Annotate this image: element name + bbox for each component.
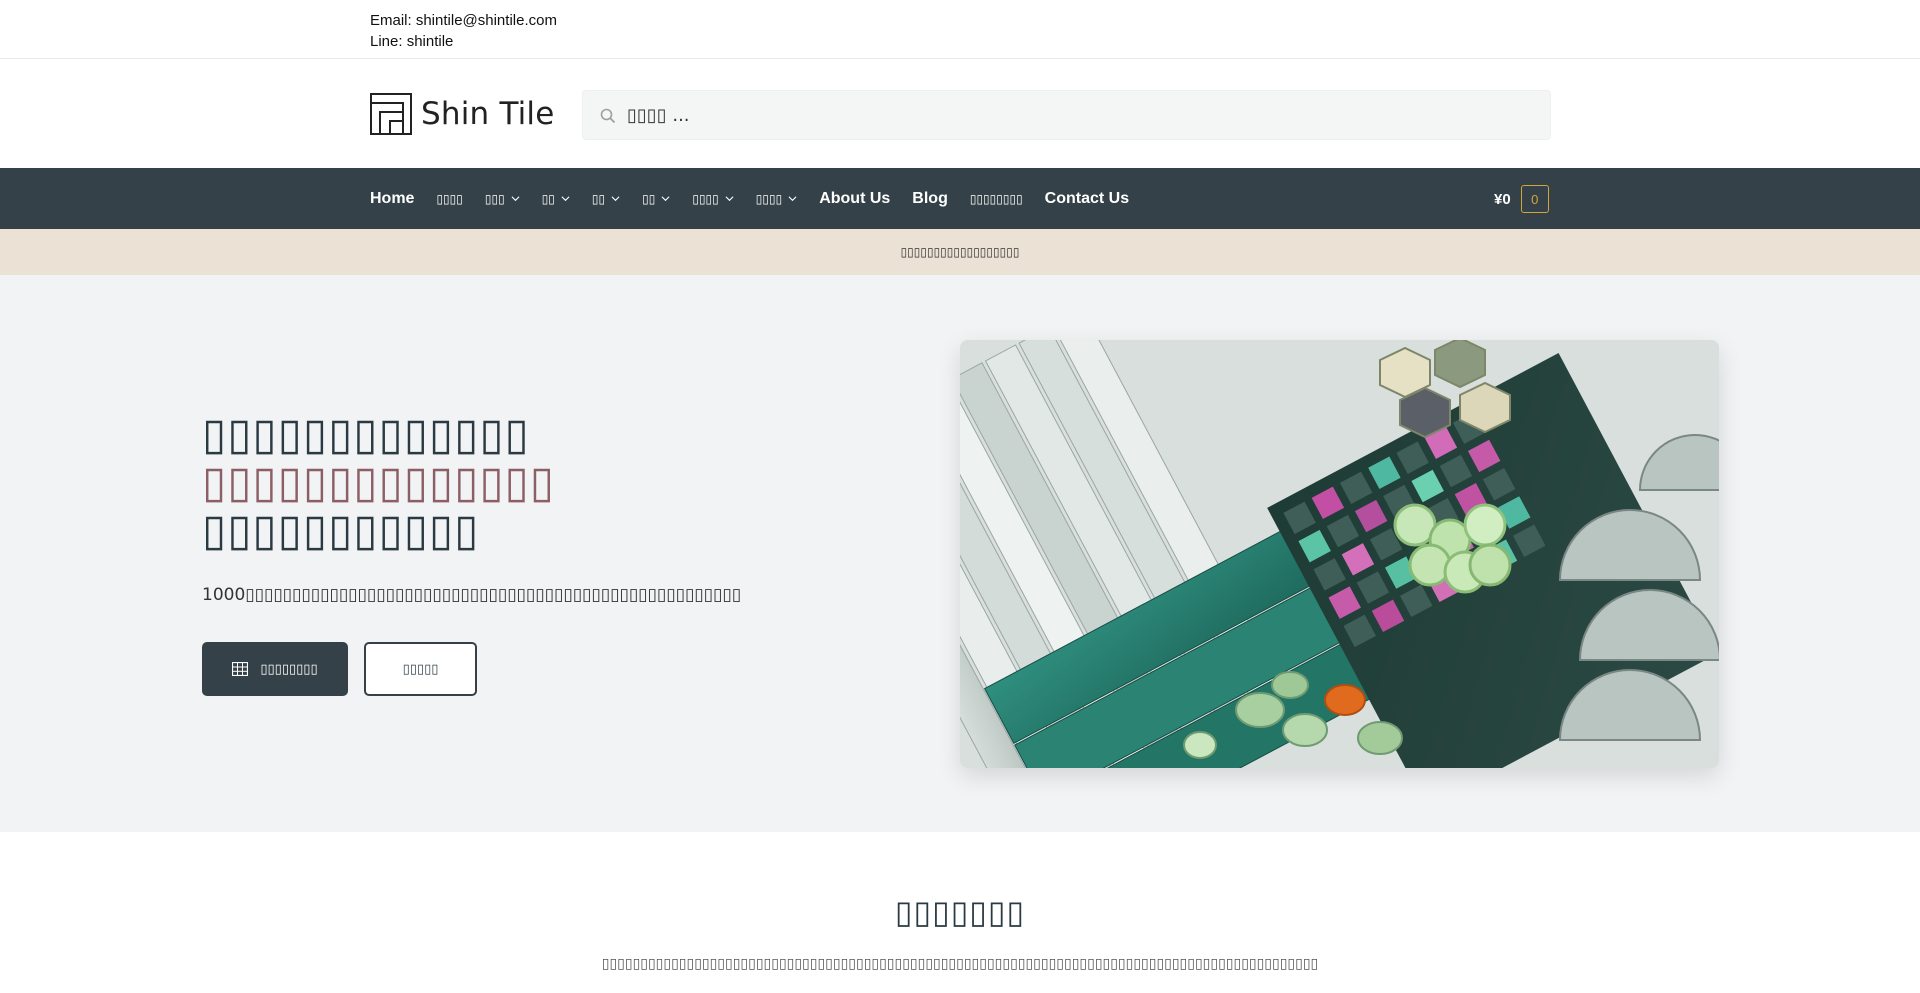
section-title: ▯▯▯▯▯▯▯ — [894, 893, 1026, 931]
site-logo[interactable]: Shin Tile — [370, 92, 555, 136]
hero-line-1: ▯▯▯▯▯▯▯▯▯▯▯▯▯ — [202, 409, 530, 460]
secondary-button[interactable]: ▯▯▯▯▯ — [364, 642, 477, 696]
contact-line: Line: shintile — [370, 33, 454, 50]
nav-label: ▯▯▯▯ — [692, 191, 719, 206]
chevron-down-icon — [725, 196, 734, 202]
nav-label: ▯▯ — [642, 191, 656, 206]
nav-item-blog[interactable]: Blog — [912, 190, 948, 208]
nav-label: Contact Us — [1044, 189, 1130, 207]
grid-icon — [232, 662, 249, 676]
contact-email[interactable]: Email: shintile@shintile.com — [370, 10, 557, 31]
nav-item-2[interactable]: ▯▯▯▯ — [436, 192, 462, 206]
logo-mark-icon — [370, 93, 412, 135]
nav-item-3[interactable]: ▯▯▯ — [485, 192, 520, 206]
nav-item-contact[interactable]: Contact Us — [1045, 190, 1129, 208]
primary-button-label: ▯▯▯▯▯▯▯▯ — [260, 661, 318, 677]
nav-label: ▯▯▯▯▯▯▯▯ — [969, 191, 1023, 206]
search-input[interactable] — [627, 91, 1527, 139]
notice-bar: ▯▯▯▯▯▯▯▯▯▯▯▯▯▯▯▯▯▯ — [0, 229, 1920, 275]
hero-heading: ▯▯▯▯▯▯▯▯▯▯▯▯▯ ▯▯▯▯▯▯▯▯▯▯▯▯▯▯ ▯▯▯▯▯▯▯▯▯▯▯ — [202, 411, 555, 555]
search-bar[interactable] — [582, 90, 1551, 140]
chevron-down-icon — [611, 196, 620, 202]
tile-mosaic-image — [960, 340, 1719, 768]
site-header: Shin Tile — [0, 59, 1920, 168]
nav-item-6[interactable]: ▯▯ — [642, 192, 670, 206]
nav-label: ▯▯▯ — [484, 191, 505, 206]
nav-item-7[interactable]: ▯▯▯▯ — [692, 191, 734, 206]
nav-item-4[interactable]: ▯▯ — [542, 192, 570, 206]
nav-item-home[interactable]: Home — [370, 190, 414, 208]
chevron-down-icon — [561, 196, 570, 202]
nav-label: ▯▯ — [541, 191, 555, 206]
chevron-down-icon — [511, 196, 520, 202]
main-nav: Home ▯▯▯▯ ▯▯▯ ▯▯ ▯▯ ▯▯ ▯▯▯▯ ▯▯▯▯ About U… — [0, 168, 1920, 229]
top-bar: Email: shintile@shintile.com Line: shint… — [0, 0, 1920, 59]
chevron-down-icon — [661, 196, 670, 202]
section-subtitle: ▯▯▯▯▯▯▯▯▯▯▯▯▯▯▯▯▯▯▯▯▯▯▯▯▯▯▯▯▯▯▯▯▯▯▯▯▯▯▯▯… — [601, 956, 1319, 972]
logo-text: Shin Tile — [421, 96, 555, 132]
search-icon — [600, 108, 616, 124]
hero-tile-image — [960, 340, 1719, 768]
nav-item-5[interactable]: ▯▯ — [592, 192, 620, 206]
cart-count-badge: 0 — [1520, 185, 1549, 213]
hero-line-3: ▯▯▯▯▯▯▯▯▯▯▯ — [202, 505, 480, 556]
hero-subtitle: 1000▯▯▯▯▯▯▯▯▯▯▯▯▯▯▯▯▯▯▯▯▯▯▯▯▯▯▯▯▯▯▯▯▯▯▯▯… — [202, 585, 742, 605]
nav-label: Blog — [912, 189, 948, 207]
cart-amount: ¥0 — [1494, 190, 1511, 208]
nav-label: ▯▯▯▯ — [755, 191, 783, 206]
nav-label: About Us — [819, 189, 891, 207]
nav-label: Home — [370, 189, 415, 207]
nav-label: ▯▯ — [591, 191, 606, 206]
nav-item-11[interactable]: ▯▯▯▯▯▯▯▯ — [970, 192, 1023, 206]
hero-line-2: ▯▯▯▯▯▯▯▯▯▯▯▯▯▯ — [202, 457, 555, 508]
nav-label: ▯▯▯▯ — [436, 191, 463, 206]
secondary-button-label: ▯▯▯▯▯ — [402, 661, 439, 677]
hero-section: ▯▯▯▯▯▯▯▯▯▯▯▯▯ ▯▯▯▯▯▯▯▯▯▯▯▯▯▯ ▯▯▯▯▯▯▯▯▯▯▯… — [0, 275, 1920, 832]
chevron-down-icon — [788, 196, 797, 202]
browse-products-button[interactable]: ▯▯▯▯▯▯▯▯ — [202, 642, 348, 696]
nav-item-8[interactable]: ▯▯▯▯ — [756, 192, 797, 206]
cart-button[interactable]: ¥0 0 — [1494, 185, 1549, 213]
notice-text: ▯▯▯▯▯▯▯▯▯▯▯▯▯▯▯▯▯▯ — [900, 245, 1020, 259]
nav-item-about[interactable]: About Us — [819, 190, 890, 208]
hero-heading-block: ▯▯▯▯▯▯▯▯▯▯▯▯▯ ▯▯▯▯▯▯▯▯▯▯▯▯▯▯ ▯▯▯▯▯▯▯▯▯▯▯ — [202, 411, 555, 555]
contact-info: Email: shintile@shintile.com Line: shint… — [370, 10, 557, 52]
